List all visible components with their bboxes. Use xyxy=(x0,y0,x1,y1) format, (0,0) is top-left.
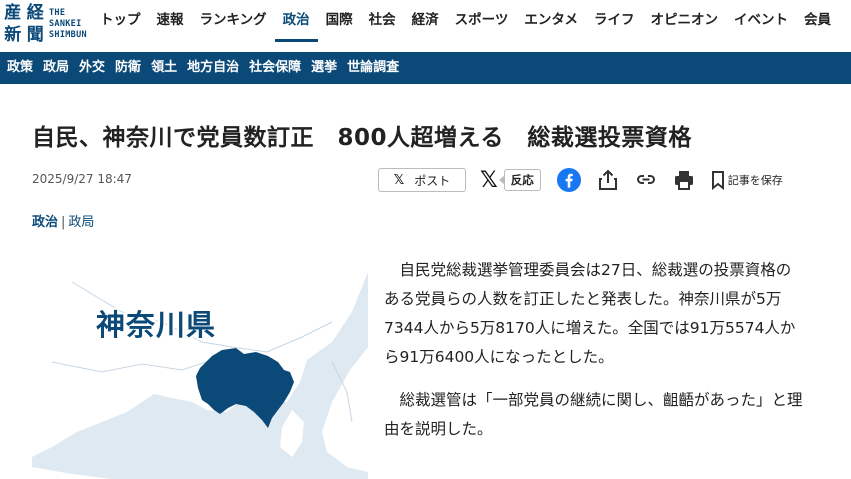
kanagawa-map-image: 神奈川県 xyxy=(32,252,368,479)
x-logo-icon[interactable]: 𝕏 xyxy=(480,168,498,193)
article-category: 政治 | 政局 xyxy=(32,211,94,230)
facebook-icon[interactable] xyxy=(556,168,581,192)
share-icon[interactable] xyxy=(597,168,619,192)
post-to-x-button[interactable]: 𝕏 ポスト xyxy=(378,168,466,192)
subnav-item-diplomacy[interactable]: 外交 xyxy=(74,52,110,84)
nav-item-opinion[interactable]: オピニオン xyxy=(642,0,726,42)
article-date: 2025/9/27 18:47 xyxy=(32,172,132,186)
map-label: 神奈川県 xyxy=(96,308,217,342)
post-button-label: ポスト xyxy=(414,173,451,188)
main-nav: トップ 速報 ランキング 政治 国際 社会 経済 スポーツ エンタメ ライフ オ… xyxy=(92,0,839,52)
nav-item-events[interactable]: イベント xyxy=(726,0,796,42)
logo-kanji-char: 新 xyxy=(4,24,22,45)
top-navigation: 産 経 新 聞 THE SANKEI SHIMBUN トップ 速報 ランキング … xyxy=(0,0,851,52)
nav-item-members[interactable]: 会員 xyxy=(796,0,839,42)
nav-item-life[interactable]: ライフ xyxy=(586,0,643,42)
nav-item-economy[interactable]: 経済 xyxy=(404,0,447,42)
x-reactions-button[interactable]: 反応 xyxy=(498,169,541,191)
subnav-item-local-government[interactable]: 地方自治 xyxy=(182,52,244,84)
nav-item-ranking[interactable]: ランキング xyxy=(192,0,275,42)
category-link-politics[interactable]: 政治 xyxy=(32,215,58,230)
nav-item-society[interactable]: 社会 xyxy=(361,0,404,42)
logo-kanji: 産 経 新 聞 xyxy=(2,3,46,45)
subnav-item-elections[interactable]: 選挙 xyxy=(306,52,342,84)
logo-kanji-char: 産 xyxy=(4,3,22,23)
article-headline: 自民、神奈川で党員数訂正 800人超増える 総裁選投票資格 xyxy=(32,125,692,151)
save-article-label: 記事を保存 xyxy=(727,174,783,187)
logo-text-line: SANKEI xyxy=(49,18,82,29)
subnav-item-polls[interactable]: 世論調査 xyxy=(342,52,404,84)
nav-item-sports[interactable]: スポーツ xyxy=(447,0,517,42)
sub-navigation: 政策 政局 外交 防衛 領土 地方自治 社会保障 選挙 世論調査 xyxy=(0,52,851,84)
subnav-item-social-security[interactable]: 社会保障 xyxy=(244,52,306,84)
subnav-item-territory[interactable]: 領土 xyxy=(146,52,182,84)
logo-kanji-char: 聞 xyxy=(26,24,44,45)
category-separator: | xyxy=(61,215,66,230)
sankei-logo[interactable]: 産 経 新 聞 THE SANKEI SHIMBUN xyxy=(2,2,88,46)
nav-item-entertainment[interactable]: エンタメ xyxy=(516,0,586,42)
save-article-button[interactable]: 記事を保存 xyxy=(711,170,783,190)
x-logo-icon: 𝕏 xyxy=(393,172,405,188)
subnav-item-defense[interactable]: 防衛 xyxy=(110,52,146,84)
category-link-political-situation[interactable]: 政局 xyxy=(68,215,94,230)
subnav-item-policy[interactable]: 政策 xyxy=(2,52,38,84)
logo-kanji-char: 経 xyxy=(26,3,44,23)
link-icon[interactable] xyxy=(635,169,657,191)
nav-item-top[interactable]: トップ xyxy=(92,0,149,42)
article-paragraph: 総裁選管は「一部党員の継続に関し、齟齬があった」と理由を説明した。 xyxy=(384,391,803,438)
nav-item-breaking[interactable]: 速報 xyxy=(149,0,192,42)
nav-item-world[interactable]: 国際 xyxy=(318,0,361,42)
subnav-item-political-situation[interactable]: 政局 xyxy=(38,52,74,84)
nav-item-politics[interactable]: 政治 xyxy=(274,0,318,42)
bookmark-icon xyxy=(711,171,724,190)
article-paragraph: 自民党総裁選挙管理委員会は27日、総裁選の投票資格のある党員らの人数を訂正したと… xyxy=(384,261,796,366)
logo-text-line: THE xyxy=(49,7,66,18)
logo-text-line: SHIMBUN xyxy=(49,29,87,40)
article-body: 自民党総裁選挙管理委員会は27日、総裁選の投票資格のある党員らの人数を訂正したと… xyxy=(384,256,804,458)
map-graphic xyxy=(32,252,368,479)
logo-text: THE SANKEI SHIMBUN xyxy=(49,8,87,41)
print-icon[interactable] xyxy=(673,169,695,191)
share-bar: 𝕏 ポスト 𝕏 反応 記事を保存 xyxy=(378,166,783,194)
